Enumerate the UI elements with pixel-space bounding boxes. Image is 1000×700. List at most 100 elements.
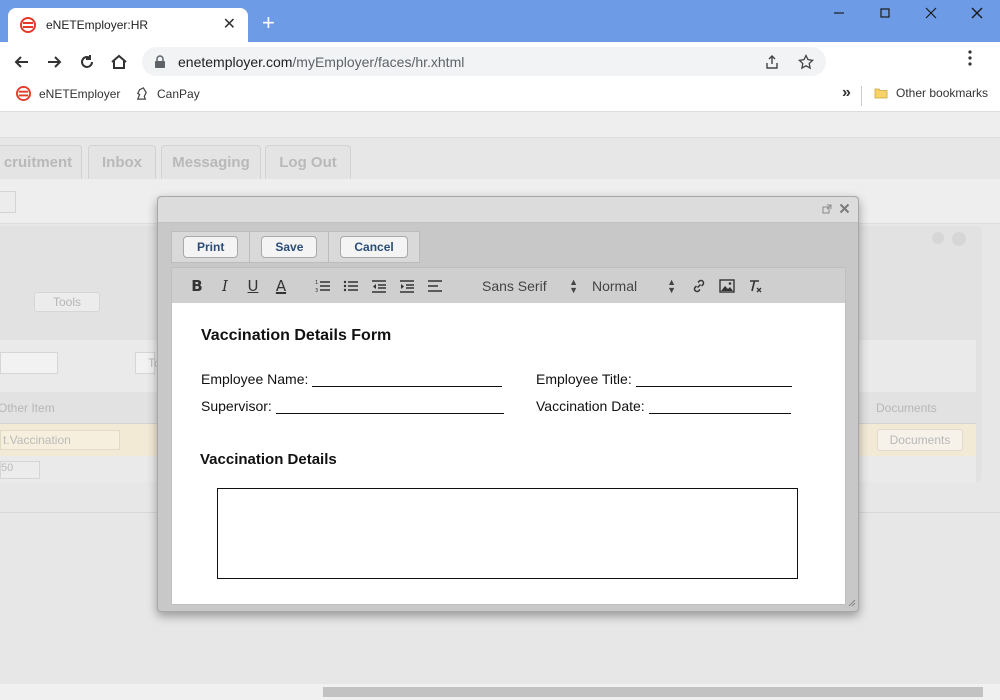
tab-close-icon[interactable]: ✕ — [223, 17, 236, 33]
new-tab-button[interactable]: + — [262, 12, 275, 34]
employee-title-label: Employee Title: — [536, 371, 632, 387]
row-item-value: t.Vaccination — [3, 433, 71, 447]
bg-to-input: To — [135, 352, 161, 374]
browser-titlebar: eNETEmployer:HR ✕ + — [0, 0, 1000, 42]
bookmarks-overflow-button[interactable]: » — [842, 84, 851, 102]
indent-icon[interactable] — [396, 275, 418, 297]
url-text: enetemployer.com/myEmployer/faces/hr.xht… — [178, 53, 465, 70]
employee-name-blank — [312, 371, 503, 387]
documents-label: Documents — [889, 433, 951, 447]
section-title: Vaccination Details — [200, 451, 337, 468]
ordered-list-icon[interactable]: 13 — [312, 275, 334, 297]
underline-icon[interactable]: U — [242, 275, 264, 297]
vaccination-details-box[interactable] — [217, 488, 798, 579]
employee-title-blank — [635, 371, 792, 387]
select-arrows-icon: ▲ ▼ — [667, 276, 676, 295]
vaccination-date-label: Vaccination Date: — [536, 398, 645, 414]
tab-recruitment[interactable]: cruitment — [0, 145, 82, 179]
clear-format-icon[interactable] — [744, 275, 766, 297]
svg-text:3: 3 — [315, 288, 318, 293]
scrollbar-thumb[interactable] — [323, 687, 983, 697]
resize-handle-icon[interactable] — [848, 599, 856, 609]
page-header-strip — [0, 112, 1000, 138]
tools-label: Tools — [52, 295, 81, 309]
browser-menu-icon[interactable] — [968, 50, 972, 69]
employee-name-label: Employee Name: — [201, 371, 309, 387]
bold-icon[interactable]: B — [186, 275, 208, 297]
cancel-button[interactable]: Cancel — [340, 236, 408, 258]
dialog-action-bar: Print Save Cancel — [171, 231, 420, 263]
forward-icon[interactable] — [42, 50, 66, 74]
star-icon[interactable] — [798, 53, 814, 70]
minimize-icon[interactable] — [832, 6, 846, 24]
bookmark-label: eNETEmployer — [39, 86, 121, 101]
page-size-value: 50 — [1, 462, 14, 474]
bookmarks-bar: eNETEmployer CanPay » Other bookmarks — [0, 80, 1000, 112]
documents-button: Documents — [877, 429, 963, 451]
chess-knight-icon — [136, 87, 147, 100]
other-bookmarks[interactable]: Other bookmarks — [874, 86, 988, 100]
tools-button: Tools — [34, 292, 100, 312]
align-icon[interactable] — [424, 275, 446, 297]
back-icon[interactable] — [10, 50, 34, 74]
vaccination-date-field: Vaccination Date: — [536, 398, 791, 414]
svg-text:1: 1 — [315, 280, 318, 286]
action-cell-save: Save — [250, 232, 330, 262]
address-bar[interactable]: enetemployer.com/myEmployer/faces/hr.xht… — [142, 47, 826, 76]
vaccination-date-blank — [648, 398, 791, 414]
font-size-select[interactable]: Normal ▲ ▼ — [592, 275, 676, 297]
save-button[interactable]: Save — [261, 236, 318, 258]
reload-icon[interactable] — [75, 50, 99, 74]
lock-icon[interactable] — [154, 54, 166, 69]
outdent-icon[interactable] — [368, 275, 390, 297]
image-icon[interactable] — [716, 275, 738, 297]
italic-icon[interactable]: I — [214, 275, 236, 297]
minus-icon — [952, 232, 966, 246]
settings-icon — [932, 232, 944, 244]
editor-dialog: Print Save Cancel B I U A 13 Sans Serif — [157, 196, 859, 612]
dialog-titlebar[interactable] — [158, 197, 858, 223]
page-size-select: 50 — [0, 461, 40, 479]
horizontal-scrollbar[interactable] — [0, 684, 1000, 700]
action-cell-print: Print — [172, 232, 251, 262]
browser-tab[interactable]: eNETEmployer:HR ✕ — [8, 8, 248, 42]
rich-text-editor[interactable]: Vaccination Details Form Employee Name: … — [171, 303, 846, 605]
folder-icon — [874, 88, 888, 99]
font-family-value: Sans Serif — [482, 277, 547, 294]
home-icon[interactable] — [107, 50, 131, 74]
window-x-icon[interactable] — [970, 6, 984, 24]
bg-dropdown — [0, 191, 16, 213]
dialog-close-icon[interactable] — [839, 203, 850, 216]
supervisor-field: Supervisor: — [201, 398, 504, 414]
supervisor-blank — [275, 398, 504, 414]
enet-favicon-icon — [20, 17, 36, 33]
browser-navbar: enetemployer.com/myEmployer/faces/hr.xht… — [0, 42, 1000, 80]
link-icon[interactable] — [688, 275, 710, 297]
popout-icon[interactable] — [822, 204, 832, 216]
tab-inbox[interactable]: Inbox — [88, 145, 156, 179]
share-icon[interactable] — [764, 54, 780, 70]
col-other-item: Other Item — [0, 401, 55, 415]
print-button[interactable]: Print — [183, 236, 239, 258]
rich-text-toolbar: B I U A 13 Sans Serif ▲ ▼ Normal ▲ ▼ — [171, 267, 846, 303]
supervisor-label: Supervisor: — [201, 398, 272, 414]
employee-name-field: Employee Name: — [201, 371, 503, 387]
employee-title-field: Employee Title: — [536, 371, 792, 387]
tab-title: eNETEmployer:HR — [46, 18, 149, 32]
form-title: Vaccination Details Form — [201, 327, 392, 344]
bullet-list-icon[interactable] — [340, 275, 362, 297]
bookmark-label: CanPay — [157, 86, 200, 101]
other-bookmarks-label: Other bookmarks — [896, 86, 989, 100]
tab-messaging[interactable]: Messaging — [161, 145, 261, 179]
text-color-icon[interactable]: A — [270, 275, 292, 297]
bg-filter-input — [0, 352, 58, 374]
restore-icon[interactable] — [878, 6, 892, 24]
select-arrows-icon: ▲ ▼ — [569, 276, 578, 295]
tab-log-out[interactable]: Log Out — [265, 145, 351, 179]
bookmark-enetemployer[interactable]: eNETEmployer — [16, 86, 120, 101]
font-family-select[interactable]: Sans Serif ▲ ▼ — [482, 275, 578, 297]
window-close-icon[interactable] — [924, 6, 938, 24]
font-size-value: Normal — [592, 277, 638, 294]
bookmark-canpay[interactable]: CanPay — [134, 86, 200, 101]
enet-bookmark-icon — [16, 86, 31, 101]
